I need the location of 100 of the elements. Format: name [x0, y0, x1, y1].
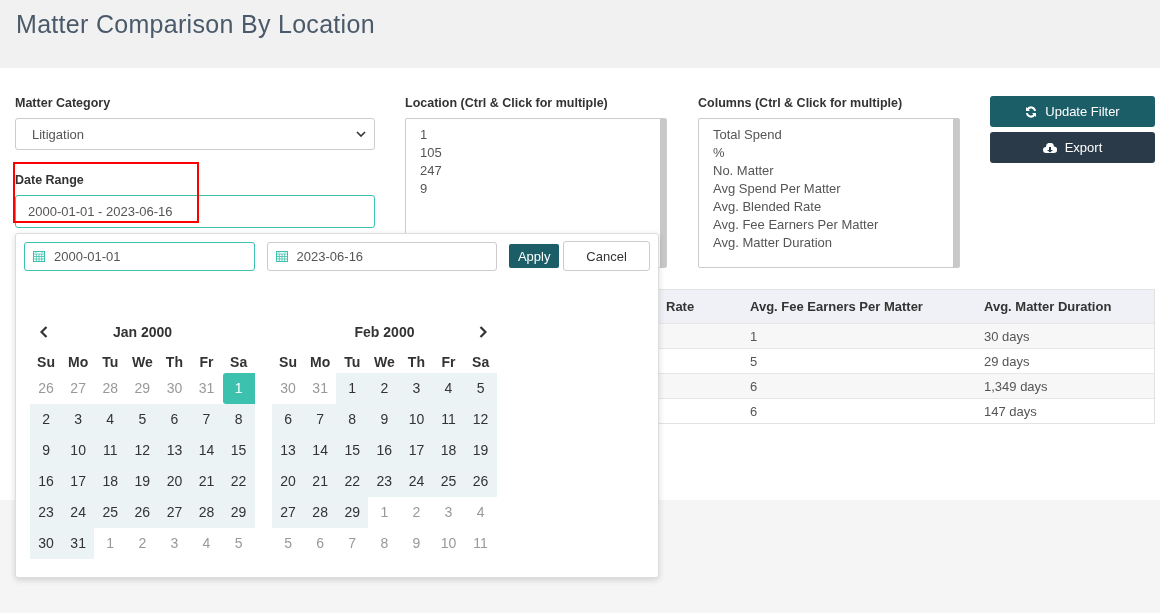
list-option[interactable]: 1 [420, 126, 652, 144]
date-range-field[interactable]: 2000-01-01 - 2023-06-16 [15, 195, 375, 228]
calendar-day[interactable]: 20 [158, 466, 191, 497]
chevron-left-icon[interactable] [40, 326, 48, 338]
calendar-day[interactable]: 22 [222, 466, 255, 497]
calendar-day[interactable]: 22 [336, 466, 369, 497]
calendar-day[interactable]: 18 [432, 435, 465, 466]
weekday-label: Mo [67, 353, 90, 372]
calendar-day[interactable]: 10 [62, 435, 95, 466]
calendar-day[interactable]: 23 [30, 497, 63, 528]
calendar-day[interactable]: 5 [464, 373, 497, 404]
calendar-day[interactable]: 6 [158, 404, 191, 435]
calendar-day[interactable]: 11 [94, 435, 127, 466]
calendar-day[interactable]: 12 [126, 435, 159, 466]
calendar-day[interactable]: 9 [368, 404, 401, 435]
chevron-right-icon[interactable] [479, 326, 487, 338]
calendar-day[interactable]: 11 [432, 404, 465, 435]
calendar-day[interactable]: 2 [368, 373, 401, 404]
list-option[interactable]: 105 [420, 144, 652, 162]
calendar-day[interactable]: 19 [126, 466, 159, 497]
column-header: Rate [665, 299, 696, 314]
month-title: Jan 2000 [112, 324, 173, 340]
calendar-day[interactable]: 5 [126, 404, 159, 435]
list-option[interactable]: Avg Spend Per Matter [713, 180, 945, 198]
calendar-day[interactable]: 29 [222, 497, 255, 528]
columns-listbox[interactable]: Total Spend % No. Matter Avg Spend Per Matter Avg. Blended Rate Avg. Fee Earners Per Matter Avg. Matter Duration [698, 118, 960, 268]
weekday-label: Su [36, 353, 56, 372]
calendar-day[interactable]: 21 [304, 466, 337, 497]
table-cell-text: 147 days [983, 403, 1038, 419]
calendar-day[interactable]: 27 [158, 497, 191, 528]
category-select[interactable]: Litigation [15, 118, 375, 150]
list-option[interactable]: % [713, 144, 945, 162]
calendar-day[interactable]: 2 [30, 404, 63, 435]
calendar-day[interactable]: 24 [400, 466, 433, 497]
page-title: Matter Comparison By Location [16, 10, 375, 39]
calendar-day[interactable]: 7 [190, 404, 223, 435]
calendar-day[interactable]: 26 [464, 466, 497, 497]
calendar-day[interactable]: 12 [464, 404, 497, 435]
calendar-day[interactable]: 7 [304, 404, 337, 435]
calendar-day[interactable]: 25 [94, 497, 127, 528]
calendar-day[interactable]: 3 [62, 404, 95, 435]
calendar-day[interactable]: 30 [30, 528, 63, 559]
month-title: Feb 2000 [354, 324, 415, 340]
start-date-field[interactable]: 2000-01-01 [24, 241, 255, 271]
weekday-label: Su [278, 353, 298, 372]
calendar-day[interactable]: 19 [464, 435, 497, 466]
weekday-label: Th [406, 353, 426, 372]
list-option[interactable]: Avg. Fee Earners Per Matter [713, 216, 945, 234]
calendar-day[interactable]: 13 [272, 435, 305, 466]
cancel-button[interactable]: Cancel [563, 241, 650, 271]
calendar-day[interactable]: 3 [400, 373, 433, 404]
calendar-day[interactable]: 20 [272, 466, 305, 497]
list-option[interactable]: Avg. Blended Rate [713, 198, 945, 216]
table-cell-text: 29 days [983, 353, 1031, 369]
weekday-label: Fr [198, 353, 215, 372]
calendar-day[interactable]: 16 [30, 466, 63, 497]
calendar-day[interactable]: 28 [304, 497, 337, 528]
calendar-day[interactable]: 14 [304, 435, 337, 466]
weekday-label: Sa [471, 353, 491, 372]
list-option[interactable]: No. Matter [713, 162, 945, 180]
table-cell-text: 5 [749, 353, 759, 369]
field-label: Matter Category [15, 96, 112, 112]
calendar-day[interactable]: 31 [62, 528, 95, 559]
refresh-icon [1025, 105, 1038, 118]
table-cell-text: 6 [749, 378, 759, 394]
update-filter-button[interactable]: Update Filter [990, 96, 1155, 127]
calendar-day[interactable]: 17 [62, 466, 95, 497]
apply-button[interactable]: Apply [509, 244, 560, 268]
calendar-day[interactable]: 1 [336, 373, 369, 404]
calendar-day[interactable]: 29 [336, 497, 369, 528]
calendar-day[interactable]: 6 [272, 404, 305, 435]
calendar-day[interactable]: 23 [368, 466, 401, 497]
calendar-day[interactable]: 15 [222, 435, 255, 466]
calendar-day[interactable]: 9 [30, 435, 63, 466]
calendar-day[interactable]: 16 [368, 435, 401, 466]
calendar-day[interactable]: 24 [62, 497, 95, 528]
calendar-day[interactable]: 27 [272, 497, 305, 528]
calendar-day[interactable]: 21 [190, 466, 223, 497]
calendar-day[interactable]: 10 [400, 404, 433, 435]
list-option[interactable]: 247 [420, 162, 652, 180]
calendar-day[interactable]: 4 [432, 373, 465, 404]
weekday-label: We [372, 353, 396, 372]
export-button[interactable]: Export [990, 132, 1155, 163]
calendar-day[interactable]: 8 [336, 404, 369, 435]
calendar-day[interactable]: 28 [190, 497, 223, 528]
list-option[interactable]: 9 [420, 180, 652, 198]
end-date-field[interactable]: 2023-06-16 [266, 241, 498, 271]
list-option[interactable]: Total Spend [713, 126, 945, 144]
calendar-day[interactable]: 14 [190, 435, 223, 466]
calendar-day[interactable]: 15 [336, 435, 369, 466]
calendar-day[interactable]: 13 [158, 435, 191, 466]
calendar-day[interactable]: 8 [222, 404, 255, 435]
calendar-day[interactable]: 25 [432, 466, 465, 497]
calendar-day[interactable]: 17 [400, 435, 433, 466]
calendar-day[interactable]: 18 [94, 466, 127, 497]
list-option[interactable]: Avg. Matter Duration [713, 234, 945, 252]
chevron-down-icon [356, 131, 366, 137]
weekday-label: Th [164, 353, 184, 372]
calendar-day[interactable]: 26 [126, 497, 159, 528]
calendar-day[interactable]: 4 [94, 404, 127, 435]
